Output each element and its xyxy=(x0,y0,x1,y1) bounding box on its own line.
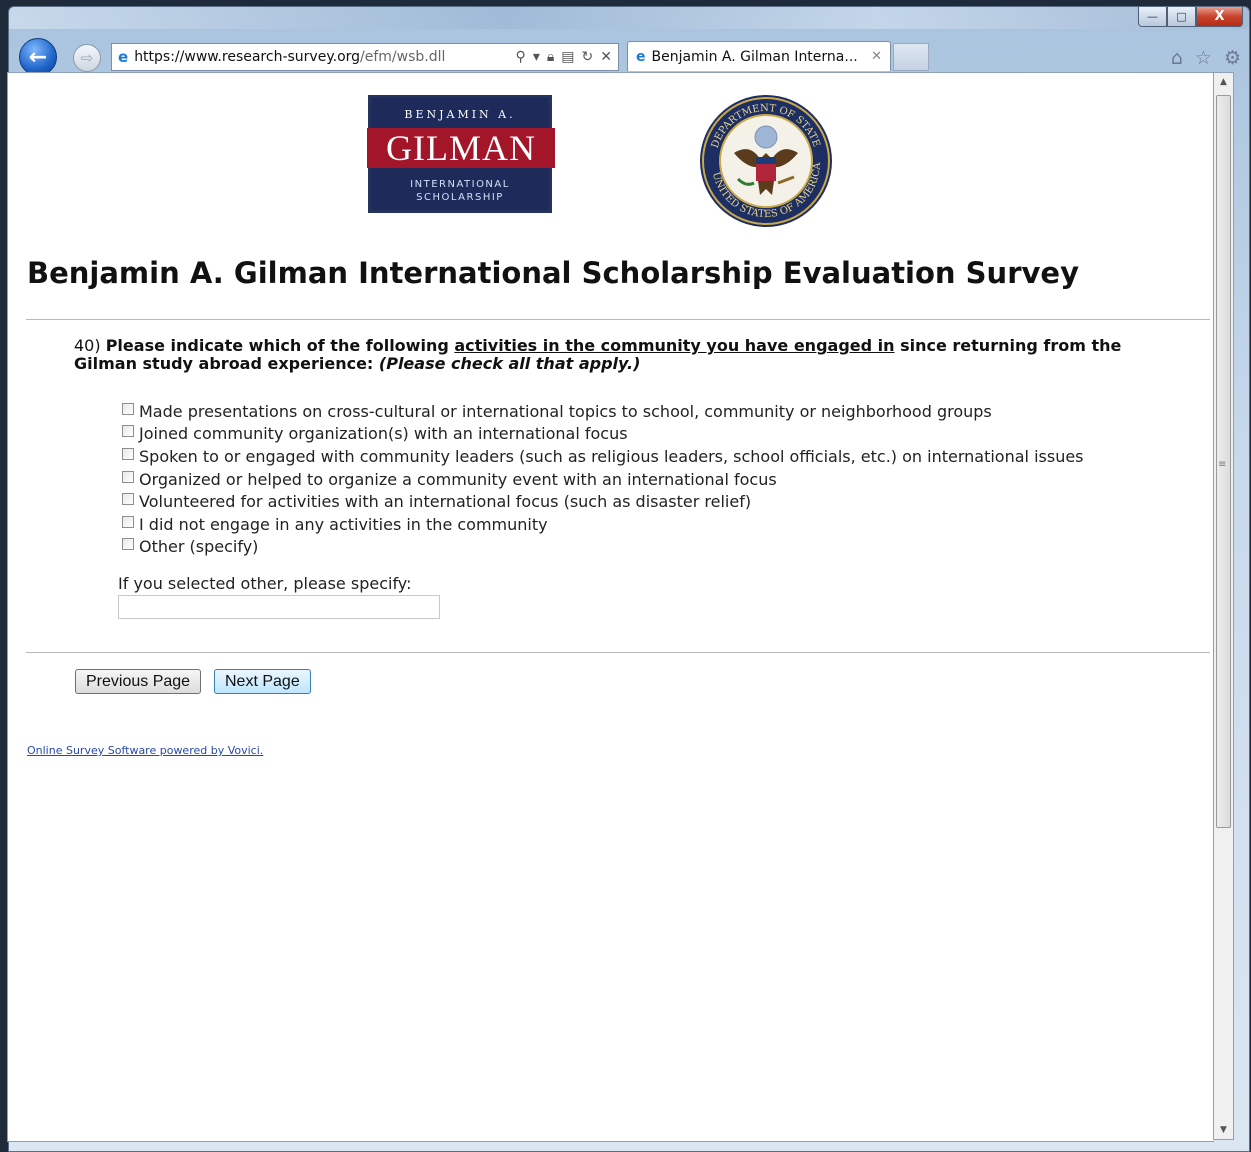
next-page-button[interactable]: Next Page xyxy=(214,669,311,694)
forward-button[interactable]: ⇨ xyxy=(73,44,101,72)
favorites-star-icon[interactable]: ☆ xyxy=(1195,47,1212,69)
footer-link[interactable]: Online Survey Software powered by Vovici… xyxy=(27,744,263,757)
address-bar[interactable]: e https://www.research-survey.org/efm/ws… xyxy=(111,43,619,71)
lock-icon[interactable]: 🔒︎ xyxy=(547,49,554,65)
options-list: Made presentations on cross-cultural or … xyxy=(122,400,1084,558)
settings-gear-icon[interactable]: ⚙ xyxy=(1224,47,1241,69)
checkbox[interactable] xyxy=(122,538,134,551)
browser-tools: ⌂ ☆ ⚙ xyxy=(1171,47,1241,69)
checkbox[interactable] xyxy=(122,402,134,415)
checkbox[interactable] xyxy=(122,425,134,438)
specify-label: If you selected other, please specify: xyxy=(118,574,412,593)
question-text: 40) Please indicate which of the followi… xyxy=(74,336,1122,373)
window-caption-buttons: — □ X xyxy=(1138,7,1243,27)
checkbox[interactable] xyxy=(122,447,134,460)
address-tools: ⚲ ▾ 🔒︎ ▤ ↻ ✕ xyxy=(516,49,612,65)
department-of-state-seal: DEPARTMENT OF STATE UNITED STATES OF AME… xyxy=(700,95,832,227)
search-icon[interactable]: ⚲ xyxy=(516,49,526,65)
maximize-button[interactable]: □ xyxy=(1167,7,1196,27)
gilman-scholarship-logo: BENJAMIN A. GILMAN INTERNATIONAL SCHOLARS… xyxy=(367,95,555,213)
tab-title: Benjamin A. Gilman Interna... xyxy=(651,48,858,65)
option-item[interactable]: Organized or helped to organize a commun… xyxy=(122,468,1084,491)
divider xyxy=(26,652,1210,653)
scroll-up-icon[interactable]: ▲ xyxy=(1214,73,1233,91)
option-item[interactable]: Joined community organization(s) with an… xyxy=(122,423,1084,446)
address-url[interactable]: https://www.research-survey.org/efm/wsb.… xyxy=(134,49,515,65)
back-button[interactable]: ← xyxy=(19,38,57,76)
close-window-button[interactable]: X xyxy=(1196,7,1243,27)
scroll-down-icon[interactable]: ▼ xyxy=(1214,1121,1233,1139)
option-item[interactable]: Spoken to or engaged with community lead… xyxy=(122,445,1084,468)
ie-tab-icon: e xyxy=(636,48,646,65)
compatibility-icon[interactable]: ▤ xyxy=(561,49,574,65)
option-item[interactable]: Made presentations on cross-cultural or … xyxy=(122,400,1084,423)
vertical-scrollbar[interactable]: ▲ ≡ ▼ xyxy=(1213,72,1234,1140)
close-tab-icon[interactable]: ✕ xyxy=(871,49,882,64)
option-item[interactable]: I did not engage in any activities in th… xyxy=(122,513,1084,536)
home-icon[interactable]: ⌂ xyxy=(1171,47,1183,69)
checkbox[interactable] xyxy=(122,470,134,483)
arrow-left-icon: ← xyxy=(28,44,48,70)
ie-page-icon: e xyxy=(118,48,129,66)
specify-input[interactable] xyxy=(118,595,440,619)
minimize-button[interactable]: — xyxy=(1138,7,1167,27)
browser-tab[interactable]: e Benjamin A. Gilman Interna... ✕ xyxy=(627,41,891,71)
previous-page-button[interactable]: Previous Page xyxy=(75,669,202,694)
stop-icon[interactable]: ✕ xyxy=(600,49,612,65)
dropdown-icon[interactable]: ▾ xyxy=(533,49,540,65)
divider xyxy=(26,319,1210,320)
page-content: BENJAMIN A. GILMAN INTERNATIONAL SCHOLARS… xyxy=(7,72,1214,1142)
arrow-right-icon: ⇨ xyxy=(80,49,94,67)
option-item[interactable]: Volunteered for activities with an inter… xyxy=(122,490,1084,513)
new-tab-button[interactable] xyxy=(893,43,929,71)
option-item[interactable]: Other (specify) xyxy=(122,536,1084,559)
refresh-icon[interactable]: ↻ xyxy=(582,49,594,65)
header-logos: BENJAMIN A. GILMAN INTERNATIONAL SCHOLARS… xyxy=(8,73,1214,233)
checkbox[interactable] xyxy=(122,493,134,506)
page-title: Benjamin A. Gilman International Scholar… xyxy=(27,256,1079,290)
scroll-grip-icon: ≡ xyxy=(1218,459,1227,470)
checkbox[interactable] xyxy=(122,515,134,528)
